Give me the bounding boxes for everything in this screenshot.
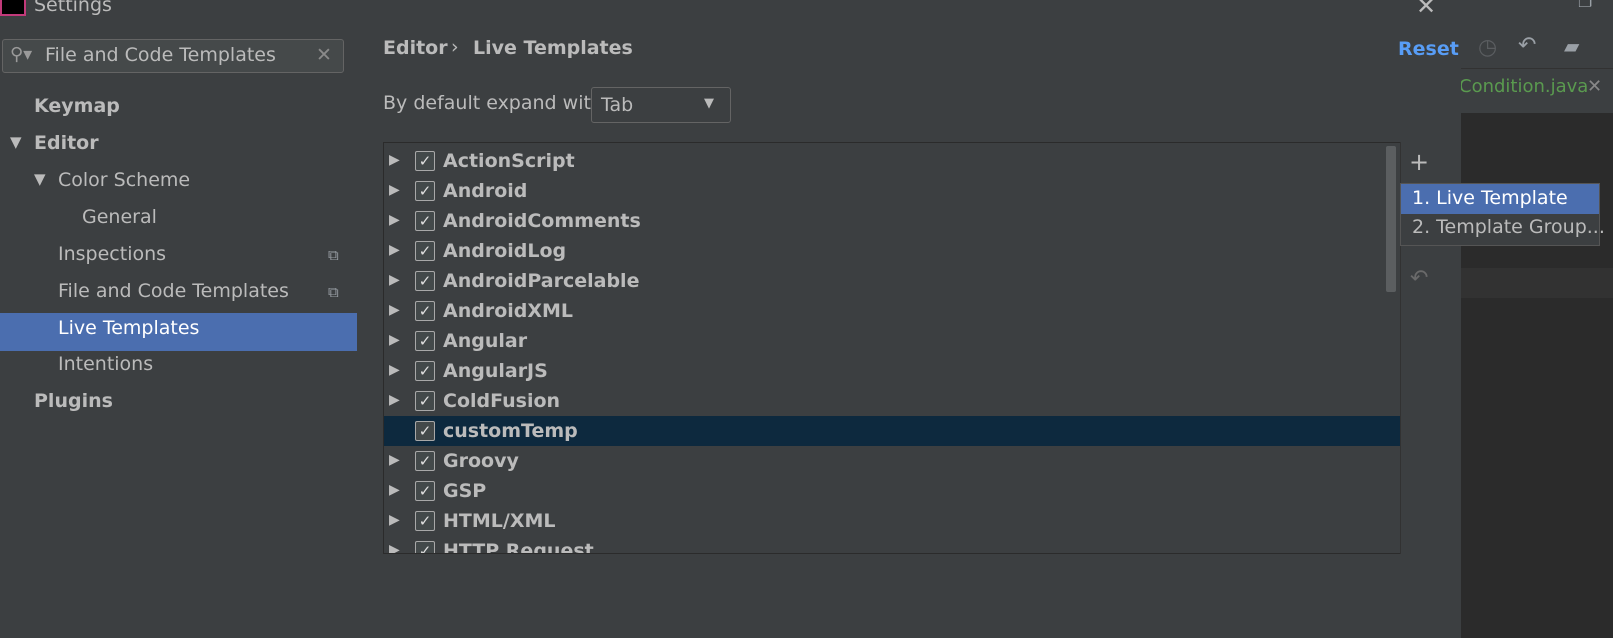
checkbox[interactable]: ✓ — [415, 211, 435, 231]
color-scheme-expand-icon[interactable]: ▼ — [34, 170, 46, 188]
template-group-label: Groovy — [443, 450, 519, 472]
project-structure-icon[interactable]: ▰ — [1564, 34, 1579, 58]
checkbox[interactable]: ✓ — [415, 331, 435, 351]
expand-arrow-icon[interactable]: ▶ — [389, 152, 400, 168]
menu-item-live-template[interactable]: 1. Live Template — [1412, 187, 1568, 209]
checkbox[interactable]: ✓ — [415, 391, 435, 411]
template-group-label: AndroidXML — [443, 300, 574, 322]
template-group-row[interactable]: ▶ ✓ AndroidXML — [384, 296, 1401, 326]
checkbox[interactable]: ✓ — [415, 451, 435, 471]
editor-expand-icon[interactable]: ▼ — [10, 133, 22, 151]
checkbox[interactable]: ✓ — [415, 301, 435, 321]
checkbox[interactable]: ✓ — [415, 361, 435, 381]
expand-with-value[interactable]: Tab — [601, 94, 633, 116]
template-group-row[interactable]: ▶ ✓ HTML/XML — [384, 506, 1401, 536]
template-group-row[interactable]: ▶ ✓ Angular — [384, 326, 1401, 356]
expand-with-label: By default expand with — [383, 92, 603, 114]
project-settings-icon: ⧉ — [328, 246, 339, 264]
template-group-row[interactable]: ▶ ✓ Groovy — [384, 446, 1401, 476]
checkbox[interactable]: ✓ — [415, 151, 435, 171]
sidebar-item-intentions[interactable]: Intentions — [58, 353, 153, 375]
template-group-label: AngularJS — [443, 360, 548, 382]
template-group-label: Angular — [443, 330, 528, 352]
editor-tab[interactable]: Condition.java — [1459, 76, 1588, 97]
checkbox[interactable]: ✓ — [415, 541, 435, 553]
expand-arrow-icon[interactable]: ▶ — [389, 332, 400, 348]
template-group-label: AndroidLog — [443, 240, 567, 262]
expand-arrow-icon[interactable]: ▶ — [389, 182, 400, 198]
breadcrumb-parent: Editor — [383, 37, 448, 59]
dialog-title: Settings — [34, 0, 112, 16]
sidebar-item-keymap[interactable]: Keymap — [34, 95, 120, 117]
checkbox[interactable]: ✓ — [415, 421, 435, 441]
expand-arrow-icon[interactable]: ▶ — [389, 302, 400, 318]
template-group-label: AndroidParcelable — [443, 270, 640, 292]
expand-arrow-icon[interactable]: ▶ — [389, 242, 400, 258]
template-group-label: HTML/XML — [443, 510, 556, 532]
sidebar-item-general[interactable]: General — [82, 206, 157, 228]
restore-defaults-icon[interactable]: ↶ — [1410, 266, 1428, 291]
sidebar-item-color-scheme[interactable]: Color Scheme — [58, 169, 190, 191]
title-bar — [0, 0, 1461, 24]
template-group-label: ColdFusion — [443, 390, 561, 412]
chevron-down-icon[interactable]: ▼ — [704, 96, 714, 111]
template-group-row[interactable]: ▶ ✓ ColdFusion — [384, 386, 1401, 416]
minimize-icon[interactable]: — — [1512, 0, 1534, 11]
sidebar-item-inspections[interactable]: Inspections — [58, 243, 166, 265]
template-group-row[interactable]: ▶ ✓ Android — [384, 176, 1401, 206]
expand-arrow-icon[interactable]: ▶ — [389, 212, 400, 228]
template-group-row[interactable]: ▶ ✓ HTTP Request — [384, 536, 1401, 554]
expand-arrow-icon[interactable]: ▶ — [389, 452, 400, 468]
checkbox[interactable]: ✓ — [415, 181, 435, 201]
editor-tab-close-icon[interactable]: ✕ — [1587, 76, 1602, 97]
checkbox[interactable]: ✓ — [415, 511, 435, 531]
template-group-row[interactable]: ▶ ✓ ActionScript — [384, 146, 1401, 176]
expand-arrow-icon[interactable]: ▶ — [389, 512, 400, 528]
template-group-label: Android — [443, 180, 528, 202]
expand-arrow-icon[interactable]: ▶ — [389, 272, 400, 288]
revert-icon[interactable]: ↶ — [1518, 33, 1536, 58]
template-group-row[interactable]: ▶ ✓ AndroidParcelable — [384, 266, 1401, 296]
template-group-label: GSP — [443, 480, 487, 502]
app-logo-icon — [0, 0, 26, 16]
template-group-row[interactable]: ▶ ✓ AngularJS — [384, 356, 1401, 386]
close-icon[interactable]: ✕ — [1416, 0, 1436, 20]
checkbox[interactable]: ✓ — [415, 481, 435, 501]
template-group-row[interactable]: ▶ ✓ AndroidComments — [384, 206, 1401, 236]
template-group-row[interactable]: ▶ ✓ AndroidLog — [384, 236, 1401, 266]
template-group-label: customTemp — [443, 420, 578, 442]
project-settings-icon: ⧉ — [328, 283, 339, 301]
sidebar-item-live-templates[interactable]: Live Templates — [58, 317, 199, 339]
template-group-row[interactable]: ▶ ✓ GSP — [384, 476, 1401, 506]
reset-button[interactable]: Reset — [1398, 38, 1459, 60]
clear-search-icon[interactable]: ✕ — [316, 44, 332, 66]
menu-item-template-group[interactable]: 2. Template Group... — [1412, 216, 1605, 238]
search-input-value[interactable]: File and Code Templates — [45, 44, 276, 66]
template-group-row-selected[interactable]: ✓ customTemp — [384, 416, 1401, 446]
expand-arrow-icon[interactable]: ▶ — [389, 482, 400, 498]
sidebar-item-file-and-code-templates[interactable]: File and Code Templates — [58, 280, 289, 302]
expand-arrow-icon[interactable]: ▶ — [389, 362, 400, 378]
expand-arrow-icon[interactable]: ▶ — [389, 392, 400, 408]
template-group-label: ActionScript — [443, 150, 575, 172]
expand-arrow-icon[interactable]: ▶ — [389, 542, 400, 553]
breadcrumb-separator: › — [451, 36, 459, 58]
restore-icon[interactable]: ❐ — [1578, 0, 1592, 11]
search-icon[interactable]: ⚲▾ — [10, 44, 32, 65]
sidebar-item-plugins[interactable]: Plugins — [34, 390, 113, 412]
ide-editor-line — [1460, 268, 1613, 298]
history-icon[interactable]: ◷ — [1478, 35, 1497, 60]
templates-list: ▶ ✓ ActionScript ▶ ✓ Android ▶ ✓ AndroidCommen… — [383, 142, 1439, 554]
add-icon[interactable]: + — [1409, 148, 1429, 176]
template-group-label: HTTP Request — [443, 540, 594, 554]
checkbox[interactable]: ✓ — [415, 271, 435, 291]
list-scrollbar[interactable] — [1386, 146, 1396, 292]
checkbox[interactable]: ✓ — [415, 241, 435, 261]
template-group-label: AndroidComments — [443, 210, 641, 232]
breadcrumb-current: Live Templates — [473, 37, 633, 59]
sidebar-item-editor[interactable]: Editor — [34, 132, 99, 154]
